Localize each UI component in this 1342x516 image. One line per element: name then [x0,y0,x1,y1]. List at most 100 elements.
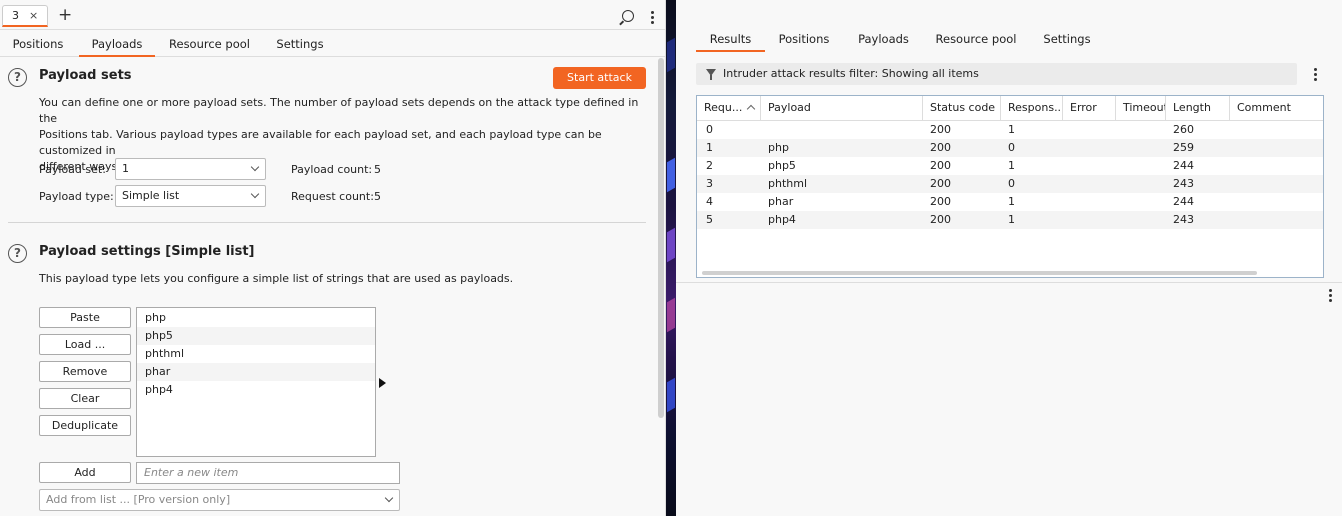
column-header-payload[interactable]: Payload [761,96,923,121]
start-attack-button[interactable]: Start attack [553,67,646,89]
cell-request: 3 [706,177,713,190]
cell-request: 1 [706,141,713,154]
horizontal-scrollbar[interactable] [702,271,1257,275]
wallpaper-strip [666,0,676,516]
cell-status-code: 200 [930,195,951,208]
cell-length: 259 [1173,141,1194,154]
cell-length: 243 [1173,177,1194,190]
cell-length: 244 [1173,195,1194,208]
cell-request: 0 [706,123,713,136]
table-row[interactable]: 5 php4 200 1 243 [697,211,1323,229]
description-line: Positions tab. Various payload types are… [39,128,602,157]
column-header-error[interactable]: Error [1063,96,1116,121]
chevron-down-icon [384,493,394,503]
section-divider [8,222,646,223]
payload-sets-title: Payload sets [39,68,132,83]
help-icon[interactable]: ? [8,68,27,87]
tab-positions[interactable]: Positions [5,34,71,57]
more-options-icon[interactable] [651,11,654,24]
tab-payloads[interactable]: Payloads [79,34,155,57]
more-options-icon[interactable] [1314,68,1317,81]
cell-payload: phar [768,195,794,208]
cell-payload: php5 [768,159,796,172]
page-tab-bar: 3 × + [0,0,665,30]
column-header-length[interactable]: Length [1166,96,1230,121]
table-row[interactable]: 3 phthml 200 0 243 [697,175,1323,193]
payload-list[interactable]: php php5 phthml phar php4 [136,307,376,457]
list-item[interactable]: phar [137,363,375,381]
tab-results[interactable]: Results [696,28,765,52]
cell-payload: php [768,141,789,154]
cell-response: 0 [1008,177,1015,190]
column-header-status-code[interactable]: Status code [923,96,1001,121]
cell-status-code: 200 [930,177,951,190]
cell-status-code: 200 [930,123,951,136]
new-item-input[interactable]: Enter a new item [136,462,400,484]
attack-results-panel: Results Positions Payloads Resource pool… [676,0,1342,516]
column-header-comment[interactable]: Comment [1230,96,1323,121]
help-icon[interactable]: ? [8,244,27,263]
clear-button[interactable]: Clear [39,388,131,409]
results-filter-bar[interactable]: Intruder attack results filter: Showing … [696,63,1297,85]
cell-status-code: 200 [930,141,951,154]
table-row[interactable]: 4 phar 200 1 244 [697,193,1323,211]
cell-status-code: 200 [930,159,951,172]
filter-text: Intruder attack results filter: Showing … [723,67,979,80]
table-row[interactable]: 0 200 1 260 [697,121,1323,139]
add-tab-icon[interactable]: + [58,6,72,24]
expand-arrow-icon[interactable] [379,378,386,388]
tab-settings[interactable]: Settings [265,34,335,57]
payload-set-label: Payload set: [39,163,106,176]
table-row[interactable]: 2 php5 200 1 244 [697,157,1323,175]
column-header-request[interactable]: Requ... [697,96,761,121]
column-header-timeout[interactable]: Timeout [1116,96,1166,121]
tab-resource-pool[interactable]: Resource pool [163,34,256,57]
tab-settings[interactable]: Settings [1031,28,1103,52]
pane-divider[interactable] [676,282,1342,283]
page-tab-3[interactable]: 3 × [2,5,48,27]
cell-response: 1 [1008,123,1015,136]
payload-count-label: Payload count: [291,163,373,176]
remove-button[interactable]: Remove [39,361,131,382]
scrollbar[interactable] [658,58,664,418]
cell-length: 243 [1173,213,1194,226]
add-from-list-select[interactable]: Add from list ... [Pro version only] [39,489,400,511]
more-options-icon[interactable] [1329,289,1332,302]
intruder-config-panel: 3 × + Positions Payloads Resource pool S… [0,0,666,516]
cell-response: 1 [1008,159,1015,172]
cell-request: 2 [706,159,713,172]
list-item[interactable]: phthml [137,345,375,363]
add-button[interactable]: Add [39,462,131,483]
list-item[interactable]: php4 [137,381,375,399]
sort-ascending-icon [747,104,756,114]
request-count-label: Request count: [291,190,374,203]
payload-count-value: 5 [374,163,381,176]
tab-payloads[interactable]: Payloads [847,28,920,52]
page-tab-label: 3 [12,9,19,22]
list-item[interactable]: php5 [137,327,375,345]
cell-payload: phthml [768,177,808,190]
cell-length: 260 [1173,123,1194,136]
chevron-down-icon [250,162,260,172]
left-subtabs: Positions Payloads Resource pool Setting… [0,34,666,57]
search-icon[interactable] [622,10,634,22]
cell-request: 4 [706,195,713,208]
description-line: You can define one or more payload sets.… [39,96,639,125]
load-button[interactable]: Load ... [39,334,131,355]
cell-payload [761,121,768,139]
table-header: Requ... Payload Status code Respons... E… [697,96,1323,121]
payload-type-value: Simple list [122,189,180,202]
payload-type-select[interactable]: Simple list [115,185,266,207]
cell-request: 5 [706,213,713,226]
close-icon[interactable]: × [29,9,38,22]
payload-settings-description: This payload type lets you configure a s… [39,272,514,285]
list-item[interactable]: php [137,309,375,327]
tab-resource-pool[interactable]: Resource pool [929,28,1023,52]
column-header-response[interactable]: Respons... [1001,96,1063,121]
paste-button[interactable]: Paste [39,307,131,328]
cell-response: 0 [1008,141,1015,154]
table-row[interactable]: 1 php 200 0 259 [697,139,1323,157]
payload-set-select[interactable]: 1 [115,158,266,180]
tab-positions[interactable]: Positions [771,28,837,52]
deduplicate-button[interactable]: Deduplicate [39,415,131,436]
